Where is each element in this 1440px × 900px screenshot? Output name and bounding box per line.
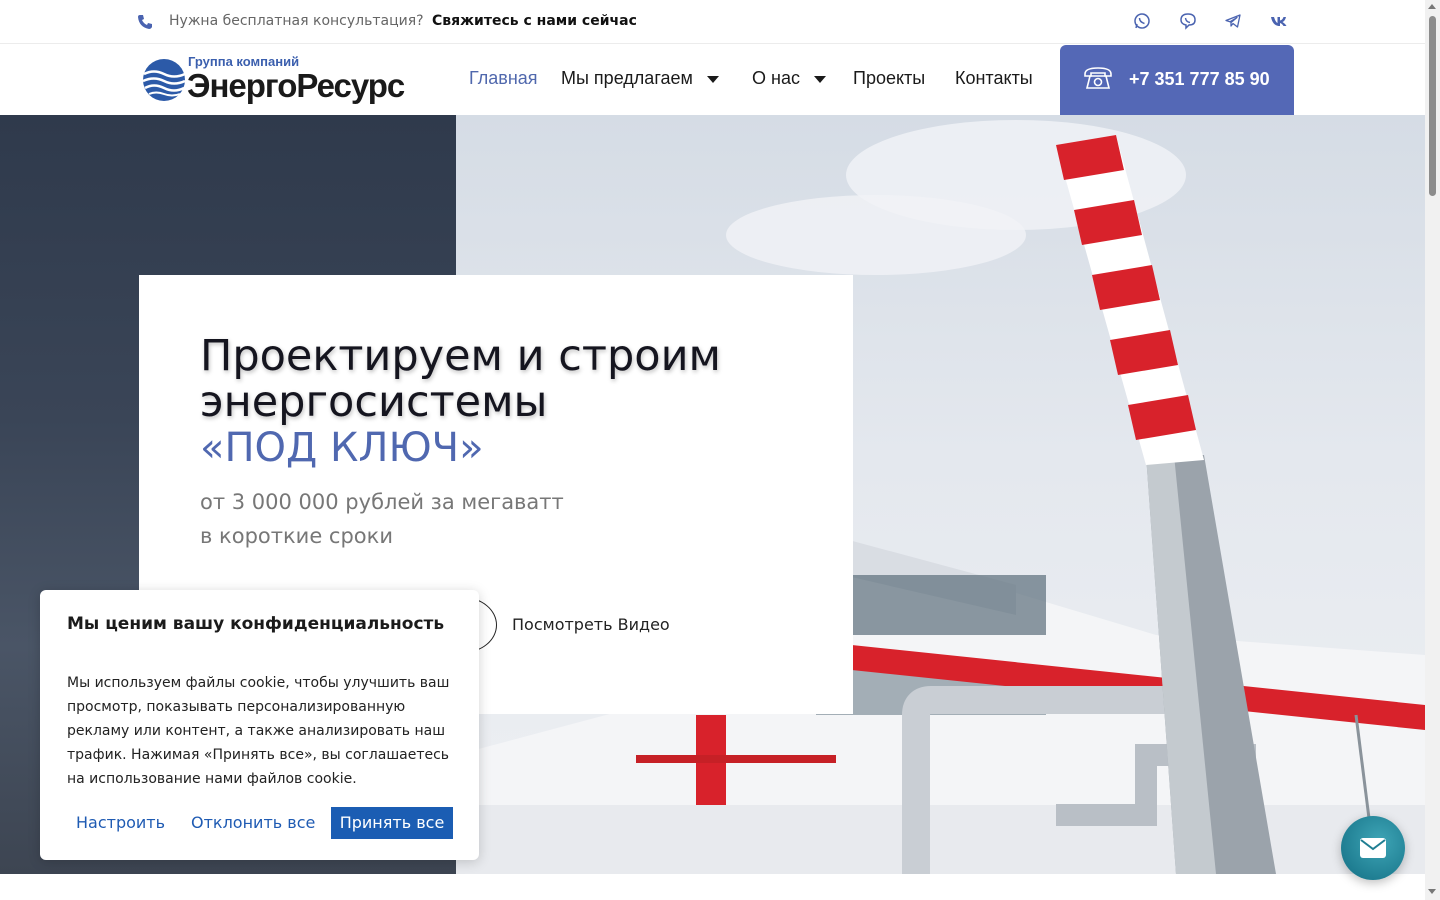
watch-video-link[interactable]: Посмотреть Видео (512, 615, 670, 634)
hero-subtitle-time: в короткие сроки (200, 524, 393, 548)
nav-about-label: О нас (752, 68, 800, 88)
cookie-text: Мы используем файлы cookie, чтобы улучши… (67, 675, 450, 787)
chevron-down-icon (706, 76, 719, 83)
viber-icon[interactable] (1179, 12, 1197, 30)
top-bar: Нужна бесплатная консультация? Свяжитесь… (0, 0, 1425, 44)
cookie-reject-button[interactable]: Отклонить все (182, 808, 324, 837)
cookie-accept-button[interactable]: Принять все (331, 807, 453, 839)
nav-projects-label: Проекты (853, 68, 926, 88)
nav-contacts[interactable]: Контакты (955, 68, 1033, 89)
page-scrollbar[interactable] (1425, 0, 1440, 900)
nav-home-label: Главная (469, 68, 538, 88)
cookie-customize-button[interactable]: Настроить (67, 808, 174, 837)
phone-number: +7 351 777 85 90 (1129, 69, 1270, 89)
nav-contacts-label: Контакты (955, 68, 1033, 88)
nav-offer[interactable]: Мы предлагаем (561, 68, 719, 89)
hero-subtitle-price: от 3 000 000 рублей за мегаватт (200, 490, 564, 514)
nav-about[interactable]: О нас (752, 68, 826, 89)
cookie-title: Мы ценим вашу конфиденциальность (67, 614, 445, 634)
mail-icon (1360, 838, 1386, 858)
main-header: Группа компаний ЭнергоРесурс Главная Мы … (0, 45, 1425, 115)
nav-offer-label: Мы предлагаем (561, 68, 693, 88)
chevron-down-icon (813, 76, 826, 83)
whatsapp-icon[interactable] (1133, 12, 1151, 30)
telegram-icon[interactable] (1224, 12, 1242, 30)
consultation-text: Нужна бесплатная консультация? (169, 13, 424, 29)
telephone-icon (1082, 62, 1114, 94)
hero-accent: «ПОД КЛЮЧ» (200, 425, 484, 471)
logo-globe-icon (142, 58, 187, 103)
phone-icon (137, 14, 153, 30)
logo-title: ЭнергоРесурс (187, 67, 405, 104)
hero-title: Проектируем и строим энергосистемы (200, 331, 721, 427)
cookie-consent-panel: Мы ценим вашу конфиденциальность Мы испо… (40, 590, 479, 860)
company-logo[interactable]: Группа компаний ЭнергоРесурс (142, 54, 407, 106)
contact-mail-button[interactable] (1341, 816, 1405, 880)
scroll-up-icon[interactable] (1428, 4, 1436, 9)
scrollbar-thumb[interactable] (1429, 16, 1436, 196)
nav-home[interactable]: Главная (469, 68, 538, 89)
vk-icon[interactable] (1270, 12, 1288, 30)
scroll-down-icon[interactable] (1428, 889, 1436, 894)
contact-now-link[interactable]: Свяжитесь с нами сейчас (432, 13, 637, 29)
phone-call-button[interactable]: +7 351 777 85 90 (1060, 45, 1294, 115)
nav-projects[interactable]: Проекты (853, 68, 925, 89)
